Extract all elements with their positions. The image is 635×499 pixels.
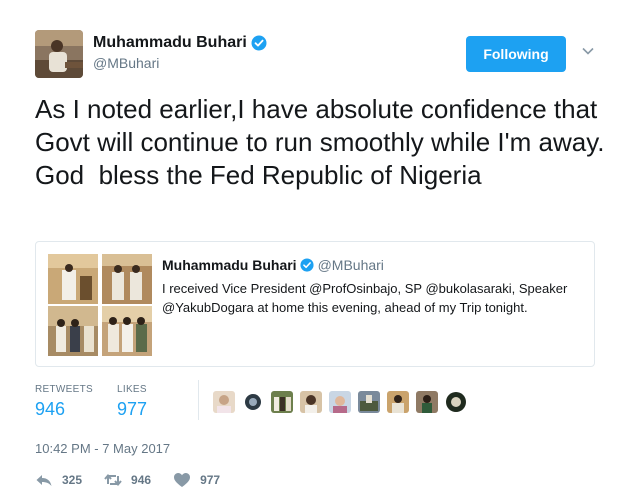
likes-label: LIKES (117, 384, 147, 395)
heart-icon[interactable] (173, 472, 191, 488)
retweets-label: RETWEETS (35, 384, 93, 395)
quoted-tweet-media[interactable] (48, 254, 152, 356)
tweet-header: Muhammadu Buhari @MBuhari Following (35, 30, 605, 80)
media-thumbnail[interactable] (48, 306, 98, 356)
quoted-author-name: Muhammadu Buhari (162, 257, 297, 273)
author-avatar[interactable] (35, 30, 83, 78)
tweet-actions: 325 946 977 (35, 472, 242, 488)
retweet-icon[interactable] (104, 472, 122, 488)
author-handle[interactable]: @MBuhari (93, 55, 159, 71)
author-display-name[interactable]: Muhammadu Buhari (93, 34, 247, 52)
likes-stat[interactable]: LIKES 977 (117, 384, 147, 420)
liker-avatar[interactable] (358, 391, 380, 413)
quoted-author-handle: @MBuhari (317, 257, 384, 273)
liker-avatars (213, 391, 474, 413)
reply-icon[interactable] (35, 472, 53, 488)
liker-avatar[interactable] (271, 391, 293, 413)
liker-avatar[interactable] (300, 391, 322, 413)
quoted-tweet-header: Muhammadu Buhari @MBuhari (162, 257, 384, 273)
retweets-value[interactable]: 946 (35, 399, 93, 420)
media-thumbnail[interactable] (102, 254, 152, 304)
retweet-count: 946 (131, 473, 152, 487)
chevron-down-icon[interactable] (581, 44, 595, 58)
media-thumbnail[interactable] (48, 254, 98, 304)
stats-divider (198, 380, 199, 420)
tweet-stats: RETWEETS 946 LIKES 977 (35, 378, 595, 424)
liker-avatar[interactable] (329, 391, 351, 413)
following-button[interactable]: Following (466, 36, 566, 72)
likes-value[interactable]: 977 (117, 399, 147, 420)
quoted-tweet-text: I received Vice President @ProfOsinbajo,… (162, 281, 568, 315)
liker-avatar[interactable] (387, 391, 409, 413)
tweet-timestamp[interactable]: 10:42 PM - 7 May 2017 (35, 441, 170, 456)
retweets-stat[interactable]: RETWEETS 946 (35, 384, 93, 420)
liker-avatar[interactable] (242, 391, 264, 413)
author-name-row: Muhammadu Buhari (93, 34, 267, 52)
verified-badge-icon (300, 258, 314, 272)
like-action[interactable]: 977 (173, 472, 220, 488)
verified-badge-icon (251, 35, 267, 51)
reply-count: 325 (62, 473, 83, 487)
reply-action[interactable]: 325 (35, 472, 82, 488)
liker-avatar[interactable] (445, 391, 467, 413)
retweet-action[interactable]: 946 (104, 472, 151, 488)
like-count: 977 (200, 473, 221, 487)
liker-avatar[interactable] (416, 391, 438, 413)
media-thumbnail[interactable] (102, 306, 152, 356)
liker-avatar[interactable] (213, 391, 235, 413)
quoted-tweet[interactable]: Muhammadu Buhari @MBuhari I received Vic… (35, 241, 595, 367)
tweet-text: As I noted earlier,I have absolute confi… (35, 94, 612, 190)
